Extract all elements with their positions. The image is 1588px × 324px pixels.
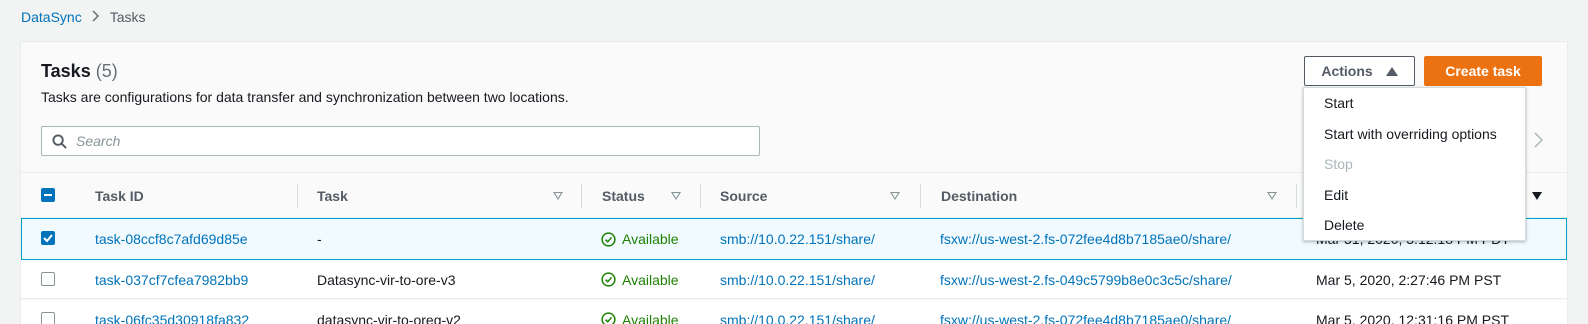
sort-source-icon[interactable] [890, 192, 900, 200]
chevron-right-icon [92, 9, 100, 25]
search-field[interactable] [41, 126, 760, 156]
actions-dropdown-menu: Start Start with overriding options Stop… [1303, 87, 1526, 241]
column-divider [581, 184, 582, 208]
actions-button-label: Actions [1321, 63, 1373, 79]
task-name: datasync-vir-to-oreg-v2 [317, 311, 461, 324]
menu-item-stop: Stop [1324, 156, 1353, 173]
column-header-task[interactable]: Task [317, 173, 348, 219]
column-header-source[interactable]: Source [720, 173, 767, 219]
panel-header: Tasks (5) Tasks are configurations for d… [41, 61, 569, 105]
column-divider [920, 184, 921, 208]
row-checkbox[interactable] [41, 231, 55, 245]
breadcrumb: DataSync Tasks [21, 8, 146, 26]
select-all-checkbox[interactable] [41, 188, 55, 202]
breadcrumb-datasync-link[interactable]: DataSync [21, 9, 82, 25]
column-header-destination[interactable]: Destination [941, 173, 1017, 219]
menu-item-start[interactable]: Start [1304, 88, 1525, 119]
destination-link[interactable]: fsxw://us-west-2.fs-049c5799b8e0c3c5c/sh… [940, 260, 1232, 299]
task-id-link[interactable]: task-037cf7cfea7982bb9 [95, 260, 248, 299]
task-id-link[interactable]: task-08ccf8c7afd69d85e [95, 219, 248, 259]
panel-description: Tasks are configurations for data transf… [41, 89, 569, 105]
source-link[interactable]: smb://10.0.22.151/share/ [720, 260, 875, 299]
column-header-task-id: Task ID [95, 188, 144, 204]
status-text: Available [622, 231, 679, 247]
check-circle-icon [601, 272, 616, 287]
column-header-status[interactable]: Status [602, 173, 645, 219]
sort-destination-icon[interactable] [1267, 192, 1277, 200]
tasks-panel: Tasks (5) Tasks are configurations for d… [20, 41, 1568, 324]
breadcrumb-current: Tasks [109, 9, 146, 25]
destination-link[interactable]: fsxw://us-west-2.fs-072fee4d8b7185ae0/sh… [940, 219, 1231, 259]
search-input[interactable] [76, 129, 716, 153]
table-row[interactable]: task-06fc35d30918fa832 datasync-vir-to-o… [21, 300, 1567, 324]
task-name: Datasync-vir-to-ore-v3 [317, 271, 456, 288]
task-name: - [317, 231, 322, 247]
sort-created-icon[interactable] [1532, 192, 1542, 200]
menu-item-start-with-overriding-options[interactable]: Start with overriding options [1304, 119, 1525, 150]
status-text: Available [622, 311, 679, 324]
menu-item-delete[interactable]: Delete [1304, 210, 1525, 241]
source-link[interactable]: smb://10.0.22.151/share/ [720, 300, 875, 324]
check-circle-icon [601, 312, 616, 324]
search-icon [52, 133, 67, 149]
source-link[interactable]: smb://10.0.22.151/share/ [720, 219, 875, 259]
creation-time: Mar 5, 2020, 2:27:46 PM PST [1316, 271, 1502, 288]
menu-item-edit[interactable]: Edit [1304, 180, 1525, 211]
sort-status-icon[interactable] [671, 192, 681, 200]
status-badge: Available [601, 260, 679, 299]
column-divider [297, 184, 298, 208]
table-row[interactable]: task-037cf7cfea7982bb9 Datasync-vir-to-o… [21, 260, 1567, 299]
status-text: Available [622, 271, 679, 288]
row-checkbox[interactable] [41, 312, 55, 324]
sort-task-icon[interactable] [553, 192, 563, 200]
creation-time: Mar 5, 2020, 12:31:16 PM PST [1316, 311, 1509, 324]
row-checkbox[interactable] [41, 272, 55, 286]
column-divider [700, 184, 701, 208]
create-task-button[interactable]: Create task [1424, 56, 1542, 86]
page-title: Tasks [41, 61, 91, 81]
next-page-button[interactable] [1530, 130, 1546, 150]
status-badge: Available [601, 219, 679, 259]
status-badge: Available [601, 300, 679, 324]
chevron-right-icon [1533, 132, 1543, 148]
check-circle-icon [601, 231, 616, 247]
caret-up-icon [1385, 66, 1398, 76]
column-divider [1296, 184, 1297, 208]
check-icon [43, 234, 53, 243]
destination-link[interactable]: fsxw://us-west-2.fs-072fee4d8b7185ae0/sh… [940, 300, 1231, 324]
task-count: (5) [95, 61, 118, 81]
actions-button[interactable]: Actions [1304, 56, 1415, 86]
task-id-link[interactable]: task-06fc35d30918fa832 [95, 300, 249, 324]
